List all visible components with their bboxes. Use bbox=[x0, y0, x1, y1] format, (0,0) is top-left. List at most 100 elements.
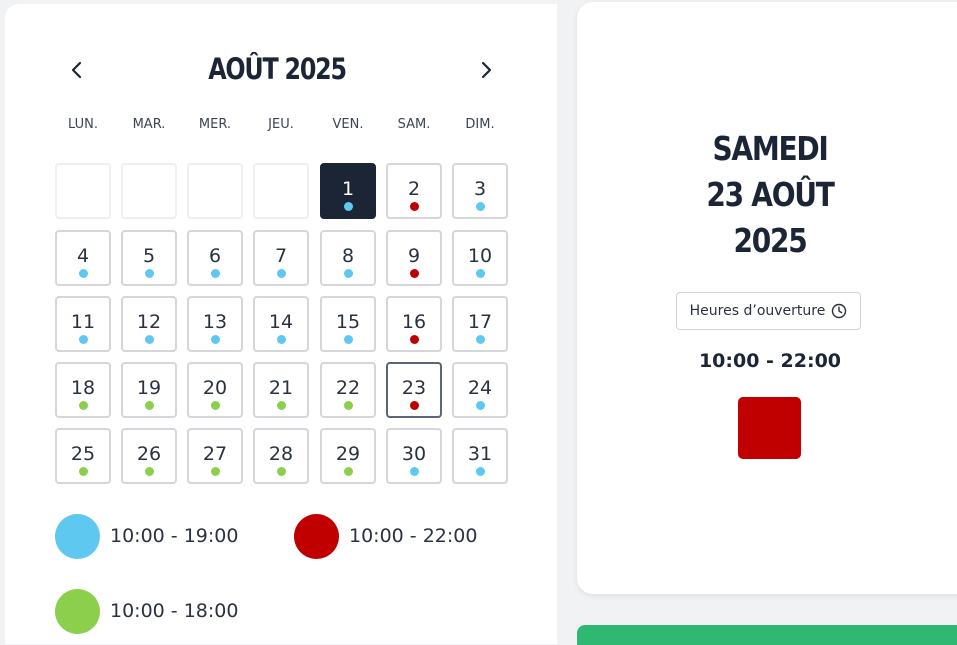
legend-dot-red bbox=[294, 514, 339, 559]
schedule-dot-blue bbox=[145, 335, 154, 344]
selected-day-year: 2025 bbox=[733, 221, 808, 260]
day-number: 19 bbox=[136, 377, 162, 399]
day-cell-20[interactable]: 20 bbox=[187, 362, 243, 418]
day-cell-2[interactable]: 2 bbox=[386, 163, 442, 219]
schedule-dot-green bbox=[277, 467, 286, 476]
day-cell-31[interactable]: 31 bbox=[452, 428, 508, 484]
legend-label-blue: 10:00 - 19:00 bbox=[110, 525, 239, 547]
schedule-dot-blue bbox=[410, 467, 419, 476]
next-month-button[interactable] bbox=[474, 58, 498, 82]
day-number: 24 bbox=[467, 377, 493, 399]
chevron-right-icon bbox=[481, 61, 492, 79]
day-cell-29[interactable]: 29 bbox=[320, 428, 376, 484]
clock-icon bbox=[832, 303, 847, 319]
day-cell-30[interactable]: 30 bbox=[386, 428, 442, 484]
schedule-dot-green bbox=[344, 467, 353, 476]
selected-day-date: 23 AOÛT bbox=[706, 175, 835, 214]
selected-day-weekday: SAMEDI bbox=[712, 129, 828, 168]
day-number: 1 bbox=[341, 178, 355, 200]
day-cell-10[interactable]: 10 bbox=[452, 230, 508, 286]
schedule-dot-blue bbox=[476, 335, 485, 344]
empty-day-cell bbox=[253, 163, 309, 219]
day-cell-28[interactable]: 28 bbox=[253, 428, 309, 484]
day-cell-19[interactable]: 19 bbox=[121, 362, 177, 418]
weekday-label: JEU. bbox=[268, 117, 294, 132]
day-cell-12[interactable]: 12 bbox=[121, 296, 177, 352]
green-action-bar[interactable] bbox=[577, 625, 957, 645]
schedule-dot-blue bbox=[344, 202, 353, 211]
schedule-dot-green bbox=[211, 467, 220, 476]
day-cell-14[interactable]: 14 bbox=[253, 296, 309, 352]
opening-hours-button[interactable]: Heures d’ouverture bbox=[676, 292, 861, 330]
schedule-dot-green bbox=[145, 401, 154, 410]
day-number: 17 bbox=[467, 311, 493, 333]
day-number: 31 bbox=[467, 443, 493, 465]
hours-color-swatch bbox=[738, 397, 801, 459]
schedule-dot-blue bbox=[79, 335, 88, 344]
day-cell-21[interactable]: 21 bbox=[253, 362, 309, 418]
day-cell-13[interactable]: 13 bbox=[187, 296, 243, 352]
schedule-dot-green bbox=[211, 401, 220, 410]
day-cell-22[interactable]: 22 bbox=[320, 362, 376, 418]
schedule-dot-green bbox=[79, 401, 88, 410]
day-number: 11 bbox=[70, 311, 96, 333]
day-cell-3[interactable]: 3 bbox=[452, 163, 508, 219]
day-cell-9[interactable]: 9 bbox=[386, 230, 442, 286]
schedule-dot-blue bbox=[211, 269, 220, 278]
day-cell-27[interactable]: 27 bbox=[187, 428, 243, 484]
day-number: 20 bbox=[202, 377, 228, 399]
day-cell-26[interactable]: 26 bbox=[121, 428, 177, 484]
schedule-dot-blue bbox=[277, 269, 286, 278]
day-cell-24[interactable]: 24 bbox=[452, 362, 508, 418]
weekday-label: SAM. bbox=[397, 117, 431, 132]
day-number: 27 bbox=[202, 443, 228, 465]
day-cell-15[interactable]: 15 bbox=[320, 296, 376, 352]
day-number: 6 bbox=[208, 245, 222, 267]
schedule-dot-green bbox=[145, 467, 154, 476]
selected-day-hours: 10:00 - 22:00 bbox=[698, 350, 842, 372]
chevron-left-icon bbox=[71, 61, 82, 79]
day-cell-23[interactable]: 23 bbox=[386, 362, 442, 418]
schedule-dot-blue bbox=[476, 202, 485, 211]
day-cell-18[interactable]: 18 bbox=[55, 362, 111, 418]
day-number: 30 bbox=[401, 443, 427, 465]
day-cell-17[interactable]: 17 bbox=[452, 296, 508, 352]
schedule-dot-blue bbox=[145, 269, 154, 278]
weekday-label: LUN. bbox=[68, 117, 98, 132]
month-title: AOÛT 2025 bbox=[208, 52, 347, 86]
day-cell-6[interactable]: 6 bbox=[187, 230, 243, 286]
day-number: 23 bbox=[401, 377, 427, 399]
day-number: 25 bbox=[70, 443, 96, 465]
day-number: 18 bbox=[70, 377, 96, 399]
weekday-label: MER. bbox=[198, 117, 232, 132]
schedule-dot-red bbox=[410, 202, 419, 211]
empty-day-cell bbox=[187, 163, 243, 219]
day-number: 12 bbox=[136, 311, 162, 333]
day-cell-25[interactable]: 25 bbox=[55, 428, 111, 484]
day-cell-7[interactable]: 7 bbox=[253, 230, 309, 286]
day-cell-1[interactable]: 1 bbox=[320, 163, 376, 219]
legend-label-green: 10:00 - 18:00 bbox=[110, 600, 239, 622]
schedule-dot-blue bbox=[476, 269, 485, 278]
day-cell-16[interactable]: 16 bbox=[386, 296, 442, 352]
day-number: 16 bbox=[401, 311, 427, 333]
schedule-dot-red bbox=[410, 401, 419, 410]
legend-dot-blue bbox=[55, 514, 100, 559]
day-number: 10 bbox=[467, 245, 493, 267]
day-number: 7 bbox=[274, 245, 288, 267]
schedule-dot-blue bbox=[277, 335, 286, 344]
day-number: 2 bbox=[407, 178, 421, 200]
day-number: 15 bbox=[335, 311, 361, 333]
empty-day-cell bbox=[121, 163, 177, 219]
day-cell-8[interactable]: 8 bbox=[320, 230, 376, 286]
prev-month-button[interactable] bbox=[65, 58, 89, 82]
legend-label-red: 10:00 - 22:00 bbox=[349, 525, 478, 547]
day-number: 29 bbox=[335, 443, 361, 465]
day-number: 9 bbox=[407, 245, 421, 267]
day-cell-5[interactable]: 5 bbox=[121, 230, 177, 286]
day-number: 13 bbox=[202, 311, 228, 333]
day-cell-11[interactable]: 11 bbox=[55, 296, 111, 352]
opening-hours-label: Heures d’ouverture bbox=[689, 303, 826, 319]
schedule-dot-blue bbox=[79, 269, 88, 278]
day-cell-4[interactable]: 4 bbox=[55, 230, 111, 286]
